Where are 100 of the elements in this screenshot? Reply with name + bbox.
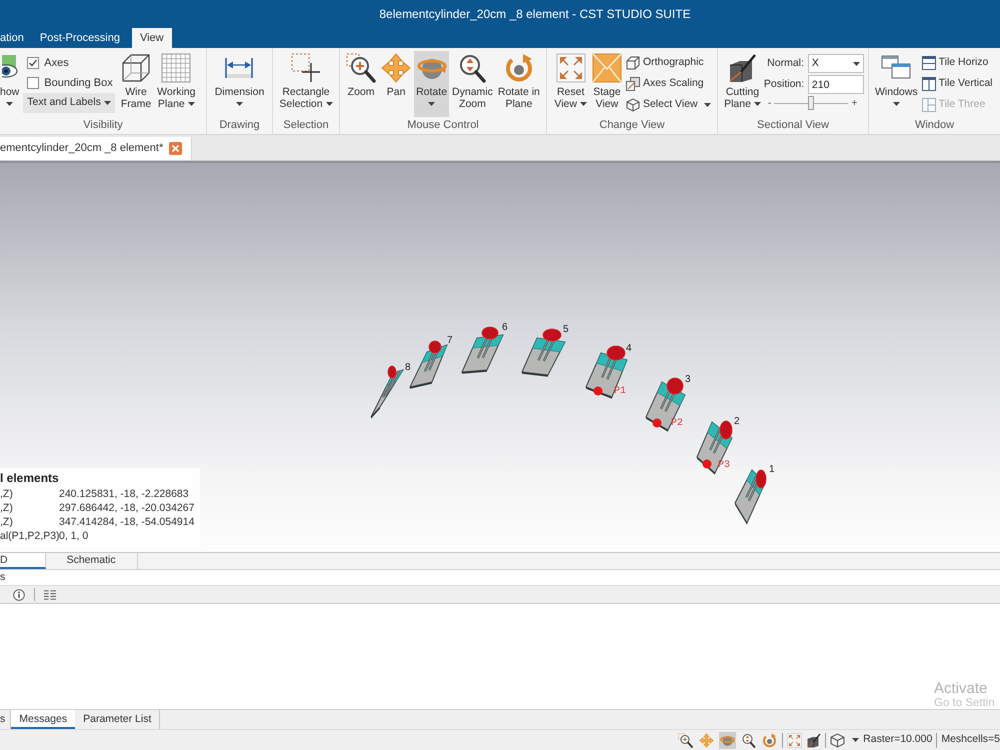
coordinate-value: 347.414284, -18, -54.054914 bbox=[59, 515, 196, 529]
caret-icon bbox=[104, 101, 111, 105]
coordinate-label: al(P1,P2,P3) bbox=[0, 529, 59, 543]
cutting-plane-button[interactable]: Cutting Plane bbox=[722, 51, 763, 117]
ribbon-tab[interactable]: ation bbox=[0, 28, 32, 48]
list-icon[interactable] bbox=[44, 588, 56, 600]
document-tab[interactable]: ementcylinder_20cm _8 element* bbox=[0, 137, 192, 160]
port-dot-icon bbox=[594, 386, 602, 396]
activation-subtitle: Go to Settin bbox=[934, 697, 995, 710]
checkbox-label[interactable]: Bounding Box bbox=[44, 74, 113, 92]
group-label: Visibility bbox=[83, 119, 123, 133]
activation-title: Activate bbox=[934, 680, 988, 698]
group-label: Change View bbox=[599, 119, 665, 133]
editor-mode-tab[interactable]: D bbox=[0, 553, 46, 569]
cutting-plane-icon bbox=[727, 53, 758, 83]
slider-track[interactable] bbox=[774, 96, 848, 110]
close-icon[interactable] bbox=[169, 142, 182, 155]
port-dot-icon bbox=[652, 418, 662, 428]
rotate-button[interactable]: Rotate bbox=[414, 51, 450, 117]
port-label: P1 bbox=[614, 386, 626, 397]
dropdown-button[interactable]: Text and Labels bbox=[23, 93, 115, 113]
zoom-in-icon bbox=[346, 53, 376, 83]
dimension-button[interactable]: Dimension bbox=[212, 51, 266, 117]
cutting-plane-icon[interactable] bbox=[806, 732, 822, 748]
panel-title: s bbox=[0, 571, 6, 583]
tile-vertical-icon bbox=[922, 76, 936, 90]
select-view-button[interactable]: Select View bbox=[624, 94, 712, 115]
tile-vertical-button[interactable]: Tile Vertical bbox=[920, 73, 994, 94]
circular-arrow-icon[interactable] bbox=[761, 732, 778, 748]
scaling-icon bbox=[626, 76, 640, 90]
reset-view-button[interactable]: Reset View bbox=[552, 51, 589, 117]
antenna-element bbox=[696, 420, 733, 475]
window-title: 8elementcylinder_20cm _8 element - CST STUDIO SUITE bbox=[379, 6, 691, 23]
checkbox[interactable] bbox=[27, 77, 40, 89]
slider-plus[interactable]: + bbox=[851, 97, 858, 109]
tile-three-icon bbox=[922, 98, 936, 112]
cube-icon bbox=[626, 56, 640, 70]
ribbon-tab[interactable]: View bbox=[132, 28, 172, 48]
panel-title: l elements bbox=[0, 470, 60, 487]
ribbon-tab[interactable]: Post-Processing bbox=[32, 28, 128, 48]
element-number: 7 bbox=[447, 335, 453, 346]
cube-icon bbox=[626, 98, 640, 112]
element-number: 3 bbox=[685, 374, 691, 385]
checkbox[interactable] bbox=[27, 57, 40, 69]
meshcells-status: Meshcells=5 bbox=[941, 732, 1000, 748]
magnifier-icon bbox=[457, 53, 488, 83]
wire-frame-button[interactable]: Wire Frame bbox=[118, 51, 154, 117]
axes-scaling-button[interactable]: Axes Scaling bbox=[624, 73, 712, 94]
antenna-element bbox=[370, 366, 404, 419]
antenna-element bbox=[734, 469, 766, 525]
magnifier-icon[interactable] bbox=[740, 732, 758, 748]
group-label: Window bbox=[914, 119, 954, 133]
working-plane-button[interactable]: Working Plane bbox=[155, 51, 198, 117]
grid-icon bbox=[161, 53, 192, 83]
coordinate-label: ,Z) bbox=[0, 515, 14, 529]
orthographic-button[interactable]: Orthographic bbox=[624, 52, 712, 73]
group-label: Selection bbox=[283, 119, 329, 133]
tile-horizontal-button[interactable]: Tile Horizo bbox=[920, 52, 994, 73]
dynamic-zoom-button[interactable]: Dynamic Zoom bbox=[450, 51, 495, 117]
rotate-in-plane-button[interactable]: Rotate in Plane bbox=[496, 51, 542, 117]
zoom-in-icon[interactable] bbox=[677, 732, 694, 748]
checkbox-label[interactable]: Axes bbox=[44, 54, 69, 72]
element-number: 5 bbox=[563, 324, 569, 335]
slider-minus[interactable]: - bbox=[768, 97, 772, 109]
panel-tab[interactable]: Messages bbox=[11, 710, 76, 729]
group-label: Drawing bbox=[219, 119, 260, 133]
selection-rectangle-icon bbox=[290, 53, 321, 83]
antenna-element bbox=[409, 340, 448, 389]
antenna-element bbox=[585, 346, 628, 399]
port-dot-icon bbox=[702, 460, 712, 468]
rectangle-selection-button[interactable]: Rectangle Selection bbox=[277, 51, 335, 117]
stage-view-button[interactable]: Stage View bbox=[590, 51, 624, 117]
wireframe-cube-icon bbox=[121, 53, 151, 83]
field-label: Position: bbox=[764, 76, 804, 92]
zoom-button[interactable]: Zoom bbox=[344, 51, 378, 117]
slider-thumb[interactable] bbox=[808, 96, 814, 110]
group-label: Sectional View bbox=[757, 119, 829, 133]
caret-icon[interactable] bbox=[852, 738, 860, 742]
element-number: 4 bbox=[626, 343, 632, 354]
windows-button[interactable]: Windows bbox=[873, 51, 920, 117]
pan-button[interactable]: Pan bbox=[379, 51, 414, 117]
normal-dropdown[interactable]: X bbox=[808, 54, 864, 73]
antenna-element bbox=[461, 326, 504, 374]
coordinate-label: ,Z) bbox=[0, 487, 14, 501]
four-way-arrow-icon bbox=[381, 53, 412, 83]
info-icon[interactable] bbox=[13, 588, 25, 600]
element-number: 1 bbox=[769, 464, 775, 475]
element-number: 6 bbox=[502, 322, 508, 333]
show-button[interactable]: how bbox=[0, 51, 22, 117]
port-label: P3 bbox=[718, 460, 730, 471]
element-number: 8 bbox=[405, 362, 411, 373]
envelope-icon bbox=[592, 53, 622, 83]
position-field[interactable]: 210 bbox=[808, 75, 864, 94]
caret-icon bbox=[852, 62, 860, 66]
coordinate-value: 297.686442, -18, -20.034267 bbox=[59, 501, 196, 515]
group-label: Mouse Control bbox=[407, 119, 479, 133]
port-label: P2 bbox=[671, 418, 684, 429]
raster-status: Raster=10.000 bbox=[863, 732, 932, 748]
cube-icon[interactable] bbox=[830, 732, 846, 748]
circular-arrow-icon bbox=[504, 53, 534, 83]
